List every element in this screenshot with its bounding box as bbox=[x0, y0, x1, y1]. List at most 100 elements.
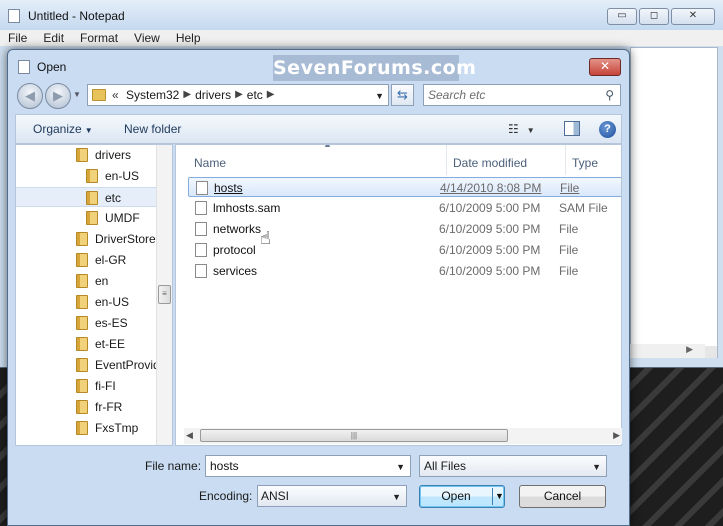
file-name-input[interactable] bbox=[210, 459, 390, 473]
tree-item[interactable]: fi-FI bbox=[16, 376, 156, 396]
file-row[interactable]: hosts 4/14/2010 8:08 PM File bbox=[188, 177, 621, 197]
tree-item[interactable]: en-US bbox=[16, 292, 156, 312]
menu-help[interactable]: Help bbox=[168, 30, 209, 46]
tree-item[interactable]: etc bbox=[16, 187, 156, 207]
forward-button[interactable]: ▶ bbox=[45, 83, 71, 109]
chevron-right-icon[interactable]: ▶ bbox=[235, 88, 243, 102]
column-type[interactable]: Type bbox=[566, 145, 621, 175]
notepad-icon bbox=[8, 9, 20, 23]
tree-item[interactable]: fr-FR bbox=[16, 397, 156, 417]
tree-item[interactable]: en-US bbox=[16, 166, 156, 186]
notepad-titlebar[interactable]: Untitled - Notepad ▭ ◻ ✕ bbox=[0, 0, 723, 30]
breadcrumb-drivers[interactable]: drivers bbox=[195, 88, 231, 102]
file-icon bbox=[195, 243, 207, 257]
tree-item-label: es-ES bbox=[95, 316, 128, 330]
scroll-left-icon[interactable]: ◀ bbox=[186, 430, 193, 441]
folder-icon bbox=[86, 211, 98, 225]
resize-grip[interactable] bbox=[705, 346, 717, 358]
address-overflow[interactable]: « bbox=[112, 88, 119, 102]
menu-file[interactable]: File bbox=[0, 30, 35, 46]
file-type: File bbox=[560, 181, 580, 195]
dialog-close-button[interactable]: ✕ bbox=[589, 58, 621, 76]
file-name-label: File name: bbox=[145, 459, 202, 473]
nav-vscrollbar[interactable]: ≡ bbox=[156, 145, 172, 445]
tree-item[interactable]: es-ES bbox=[16, 313, 156, 333]
file-date-modified: 6/10/2009 5:00 PM bbox=[439, 264, 541, 278]
recent-pages-dropdown[interactable]: ▼ bbox=[73, 90, 81, 99]
address-bar[interactable]: « System32 ▶ drivers ▶ etc ▶ ▼ bbox=[87, 84, 389, 106]
cancel-button[interactable]: Cancel bbox=[519, 485, 606, 508]
file-icon bbox=[195, 264, 207, 278]
file-type-filter[interactable]: All Files ▼ bbox=[419, 455, 607, 477]
file-name: services bbox=[213, 264, 258, 278]
search-input[interactable] bbox=[428, 87, 598, 103]
open-button[interactable]: Open ▼ bbox=[419, 485, 505, 508]
scroll-right-icon[interactable]: ▶ bbox=[686, 344, 693, 355]
file-type: File bbox=[559, 222, 579, 236]
file-row[interactable]: lmhosts.sam 6/10/2009 5:00 PM SAM File bbox=[188, 198, 621, 218]
command-toolbar: Organize ▼ New folder ☷ ▼ ? bbox=[15, 114, 622, 144]
tree-item-label: fr-FR bbox=[95, 400, 123, 414]
dialog-title: Open bbox=[37, 60, 67, 74]
address-dropdown-icon[interactable]: ▼ bbox=[375, 91, 384, 101]
file-name: networks bbox=[213, 222, 262, 236]
help-icon[interactable]: ? bbox=[599, 121, 616, 138]
search-box[interactable]: ⚲ bbox=[423, 84, 621, 106]
chevron-down-icon[interactable]: ▼ bbox=[396, 462, 405, 472]
breadcrumb-system32[interactable]: System32 bbox=[126, 88, 179, 102]
menu-format[interactable]: Format bbox=[72, 30, 126, 46]
file-list-scroll-thumb[interactable]: ||| bbox=[200, 429, 508, 442]
back-button[interactable]: ◀ bbox=[17, 83, 43, 109]
menu-view[interactable]: View bbox=[126, 30, 168, 46]
notepad-hscrollbar[interactable]: ▶ bbox=[630, 344, 705, 358]
dialog-titlebar[interactable]: Open SevenForums.com ✕ bbox=[8, 50, 629, 81]
notepad-text-area[interactable] bbox=[630, 47, 718, 358]
file-row[interactable]: protocol 6/10/2009 5:00 PM File bbox=[188, 240, 621, 260]
tree-item[interactable]: en bbox=[16, 271, 156, 291]
tree-item-label: en-US bbox=[105, 169, 140, 183]
breadcrumb-etc[interactable]: etc bbox=[247, 88, 263, 102]
column-name[interactable]: Name ▲ bbox=[188, 145, 447, 175]
file-name-combo[interactable]: ▼ bbox=[205, 455, 411, 477]
watermark: SevenForums.com bbox=[273, 55, 477, 81]
file-row[interactable]: networks 6/10/2009 5:00 PM File bbox=[188, 219, 621, 239]
organize-button[interactable]: Organize ▼ bbox=[33, 122, 93, 136]
preview-pane-icon[interactable] bbox=[564, 121, 580, 136]
file-list-hscrollbar[interactable]: ◀ ||| ▶ bbox=[184, 428, 622, 444]
tree-item[interactable]: et-EE bbox=[16, 334, 156, 354]
open-options-icon[interactable]: ▼ bbox=[495, 486, 504, 507]
nav-scroll-thumb[interactable]: ≡ bbox=[158, 285, 171, 304]
notepad-close-button[interactable]: ✕ bbox=[671, 8, 715, 25]
chevron-down-icon[interactable]: ▼ bbox=[592, 462, 601, 472]
file-list: Name ▲ Date modified Type hosts 4/14/2010 … bbox=[175, 144, 622, 446]
tree-item-label: FxsTmp bbox=[95, 421, 139, 435]
tree-item[interactable]: EventProvid bbox=[16, 355, 156, 375]
tree-item-label: UMDF bbox=[105, 211, 140, 225]
tree-item[interactable]: el-GR bbox=[16, 250, 156, 270]
tree-item-label: fi-FI bbox=[95, 379, 116, 393]
maximize-button[interactable]: ◻ bbox=[639, 8, 669, 25]
folder-icon bbox=[76, 316, 88, 330]
tree-item[interactable]: drivers bbox=[16, 145, 156, 165]
folder-icon bbox=[76, 400, 88, 414]
file-name: hosts bbox=[214, 181, 243, 195]
encoding-select[interactable]: ANSI ▼ bbox=[257, 485, 407, 507]
breadcrumb: System32 ▶ drivers ▶ etc ▶ bbox=[126, 88, 275, 102]
scroll-right-icon[interactable]: ▶ bbox=[613, 430, 620, 441]
file-row[interactable]: services 6/10/2009 5:00 PM File bbox=[188, 261, 621, 281]
minimize-button[interactable]: ▭ bbox=[607, 8, 637, 25]
chevron-right-icon[interactable]: ▶ bbox=[183, 88, 191, 102]
tree-item[interactable]: DriverStore bbox=[16, 229, 156, 249]
folder-icon bbox=[86, 169, 98, 183]
chevron-down-icon[interactable]: ▼ bbox=[392, 492, 401, 502]
new-folder-button[interactable]: New folder bbox=[124, 122, 181, 136]
search-icon[interactable]: ⚲ bbox=[605, 88, 614, 102]
views-button[interactable]: ☷ ▼ bbox=[508, 122, 535, 136]
tree-item[interactable]: FxsTmp bbox=[16, 418, 156, 438]
file-date-modified: 6/10/2009 5:00 PM bbox=[439, 222, 541, 236]
chevron-right-icon[interactable]: ▶ bbox=[267, 88, 275, 102]
tree-item[interactable]: UMDF bbox=[16, 208, 156, 228]
column-date-modified[interactable]: Date modified bbox=[447, 145, 566, 175]
menu-edit[interactable]: Edit bbox=[35, 30, 72, 46]
refresh-button[interactable]: ⇆ bbox=[391, 84, 414, 106]
